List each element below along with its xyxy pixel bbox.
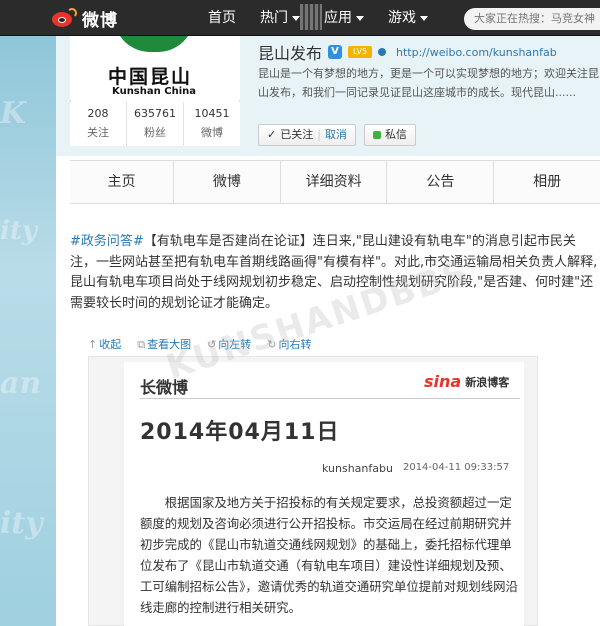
main-nav: 首页 热门 应用 游戏 bbox=[196, 0, 440, 36]
stat-posts[interactable]: 10451 微博 bbox=[184, 102, 240, 146]
long-weibo-author: kunshanfabu bbox=[322, 462, 393, 475]
long-weibo-header: 长微博 bbox=[140, 378, 189, 397]
long-weibo-meta: kunshanfabu 2014-04-11 09:33:57 bbox=[322, 462, 509, 475]
background-left: K ity an ity bbox=[0, 36, 56, 626]
nav-label: 首页 bbox=[208, 10, 236, 26]
view-large-icon: ⧉ bbox=[137, 338, 146, 351]
background-decoration: ity bbox=[0, 216, 37, 246]
toolbar-label: 向左转 bbox=[218, 338, 252, 351]
level-badge[interactable]: LV5 bbox=[348, 46, 373, 58]
background-decoration: K bbox=[0, 96, 27, 131]
collapse-icon: ↑ bbox=[88, 338, 98, 351]
unfollow-link[interactable]: 取消 bbox=[325, 125, 347, 145]
message-button[interactable]: 私信 bbox=[363, 124, 416, 146]
profile-url[interactable]: http://weibo.com/kunshanfab bbox=[396, 46, 557, 59]
verified-icon[interactable]: V bbox=[328, 45, 343, 59]
stat-label: 关注 bbox=[87, 126, 109, 139]
toolbar-label: 向右转 bbox=[278, 338, 312, 351]
profile-tabs: 主页 微博 详细资料 公告 相册 bbox=[70, 160, 600, 204]
profile-stats: 208 关注 635761 粉丝 10451 微博 bbox=[70, 102, 240, 146]
nav-apps[interactable]: 应用 bbox=[312, 0, 376, 36]
follow-label: 已关注 bbox=[280, 128, 314, 141]
stat-label: 微博 bbox=[201, 126, 223, 139]
divider bbox=[140, 398, 520, 399]
long-weibo-time: 2014-04-11 09:33:57 bbox=[402, 462, 510, 473]
follow-status-button[interactable]: ✓ 已关注 | 取消 bbox=[258, 124, 356, 146]
tab-album[interactable]: 相册 bbox=[493, 161, 600, 203]
logo-text: 微博 bbox=[82, 10, 118, 31]
divider: | bbox=[317, 128, 321, 141]
stat-followers[interactable]: 635761 粉丝 bbox=[127, 102, 184, 146]
rotate-left-icon: ↺ bbox=[207, 338, 217, 351]
top-nav-bar: 微博 首页 热门 应用 游戏 bbox=[0, 0, 600, 36]
tab-home[interactable]: 主页 bbox=[70, 161, 173, 203]
post-topic-tag[interactable]: #政务问答# bbox=[70, 234, 144, 249]
rotate-left-button[interactable]: ↺ 向左转 bbox=[207, 336, 251, 352]
stat-number: 635761 bbox=[134, 107, 176, 120]
sina-logo-text: sina bbox=[424, 372, 462, 391]
image-toolbar: ↑ 收起 ⧉ 查看大图 ↺ 向左转 ↻ 向右转 bbox=[88, 336, 528, 352]
message-label: 私信 bbox=[384, 128, 407, 141]
nav-label: 游戏 bbox=[388, 10, 416, 26]
post-body: 【有轨电车是否建尚在论证】连日来,"昆山建设有轨电车"的消息引起市民关注，一些网… bbox=[70, 234, 598, 311]
tab-details[interactable]: 详细资料 bbox=[279, 161, 387, 203]
search-input[interactable] bbox=[464, 8, 600, 30]
check-icon: ✓ bbox=[267, 128, 277, 141]
tab-announcement[interactable]: 公告 bbox=[386, 161, 493, 203]
stat-following[interactable]: 208 关注 bbox=[70, 102, 127, 146]
stat-number: 10451 bbox=[194, 107, 230, 120]
profile-name: 昆山发布 bbox=[258, 44, 323, 63]
toolbar-label: 收起 bbox=[99, 338, 122, 351]
rotate-right-button[interactable]: ↻ 向右转 bbox=[267, 336, 311, 352]
avatar[interactable]: 中国昆山 Kunshan China bbox=[70, 36, 240, 100]
rotate-right-icon: ↻ bbox=[267, 338, 277, 351]
view-large-button[interactable]: ⧉ 查看大图 bbox=[137, 336, 191, 352]
profile-intro: 昆山是一个有梦想的地方，更是一个可以实现梦想的地方；欢迎关注昆山发布，和我们一同… bbox=[258, 67, 599, 99]
chevron-down-icon bbox=[420, 15, 428, 21]
message-icon bbox=[372, 131, 381, 139]
tab-weibo[interactable]: 微博 bbox=[172, 161, 280, 203]
stat-number: 208 bbox=[87, 107, 109, 120]
weibo-eye-icon bbox=[52, 8, 78, 28]
sina-blog-logo: sina 新浪博客 bbox=[424, 372, 509, 391]
nav-label: 热门 bbox=[260, 10, 288, 26]
profile-actions: ✓ 已关注 | 取消 私信 bbox=[258, 124, 416, 146]
nav-label: 应用 bbox=[324, 10, 352, 26]
long-weibo-date: 2014年04月11日 bbox=[140, 420, 340, 445]
avatar-emblem bbox=[114, 36, 194, 52]
background-decoration: an bbox=[0, 366, 42, 401]
sina-blog-label: 新浪博客 bbox=[465, 375, 510, 389]
toolbar-label: 查看大图 bbox=[147, 338, 192, 351]
background-decoration: ity bbox=[0, 506, 43, 541]
avatar-text-cn: 中国昆山 bbox=[108, 66, 193, 88]
weibo-logo[interactable]: 微博 bbox=[52, 7, 118, 31]
link-icon bbox=[378, 48, 387, 56]
chevron-down-icon bbox=[356, 15, 364, 21]
profile-title-row: 昆山发布 V LV5 http://weibo.com/kunshanfab bbox=[258, 40, 557, 64]
stat-label: 粉丝 bbox=[144, 126, 166, 139]
collapse-button[interactable]: ↑ 收起 bbox=[88, 336, 121, 352]
nav-games[interactable]: 游戏 bbox=[376, 0, 440, 36]
avatar-text-en: Kunshan China bbox=[112, 86, 196, 97]
chevron-down-icon bbox=[292, 15, 300, 21]
post-text: #政务问答#【有轨电车是否建尚在论证】连日来,"昆山建设有轨电车"的消息引起市民… bbox=[70, 232, 600, 314]
nav-hot[interactable]: 热门 bbox=[248, 0, 312, 36]
long-weibo-body: 根据国家及地方关于招投标的有关规定要求，总投资额超过一定额度的规划及咨询必须进行… bbox=[140, 495, 518, 615]
nav-home[interactable]: 首页 bbox=[196, 0, 248, 36]
